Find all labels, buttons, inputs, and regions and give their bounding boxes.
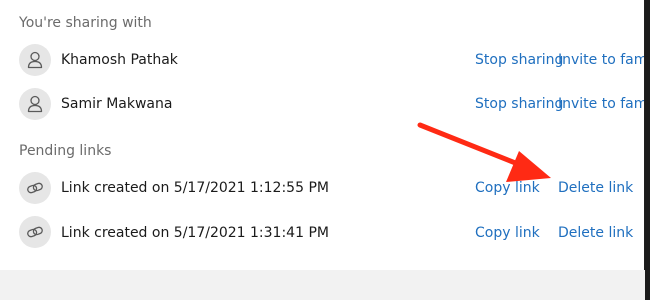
delete-link-button[interactable]: Delete link bbox=[558, 179, 633, 197]
window-edge bbox=[645, 0, 650, 300]
avatar bbox=[19, 88, 51, 120]
link-avatar bbox=[19, 216, 51, 248]
link-icon bbox=[27, 226, 43, 238]
person-icon bbox=[27, 95, 43, 113]
person-name: Khamosh Pathak bbox=[61, 52, 178, 68]
delete-link-button[interactable]: Delete link bbox=[558, 224, 633, 242]
link-icon bbox=[27, 182, 43, 194]
avatar bbox=[19, 44, 51, 76]
link-created-text: Link created on 5/17/2021 1:12:55 PM bbox=[61, 180, 329, 196]
invite-to-family-button[interactable]: Invite to family bbox=[558, 95, 644, 113]
person-name: Samir Makwana bbox=[61, 96, 173, 112]
copy-link-button[interactable]: Copy link bbox=[475, 224, 540, 242]
pending-links-header: Pending links bbox=[19, 143, 112, 159]
sharing-panel: You're sharing with Khamosh Pathak Stop … bbox=[0, 0, 645, 270]
sharing-section-header: You're sharing with bbox=[19, 15, 152, 31]
link-created-text: Link created on 5/17/2021 1:31:41 PM bbox=[61, 225, 329, 241]
person-icon bbox=[27, 51, 43, 69]
stop-sharing-button[interactable]: Stop sharing bbox=[475, 51, 563, 69]
link-avatar bbox=[19, 172, 51, 204]
stop-sharing-button[interactable]: Stop sharing bbox=[475, 95, 563, 113]
invite-to-family-button[interactable]: Invite to family bbox=[558, 51, 644, 69]
copy-link-button[interactable]: Copy link bbox=[475, 179, 540, 197]
